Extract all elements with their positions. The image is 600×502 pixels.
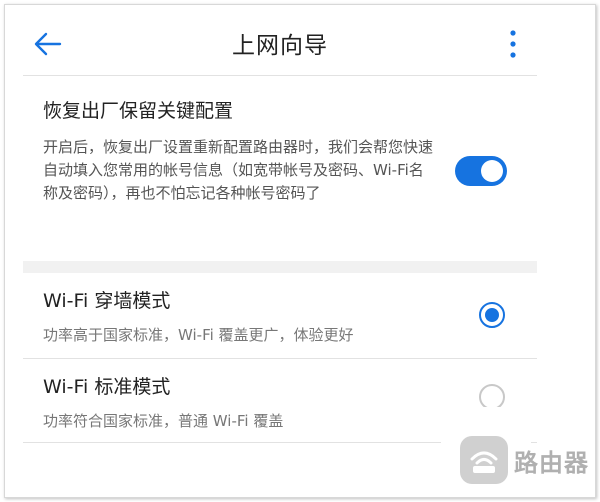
keep-config-description: 开启后，恢复出厂设置重新配置路由器时，我们会帮您快速自动填入您常用的帐号信息（如… <box>43 138 434 202</box>
watermark-text: 路由器 <box>514 448 589 477</box>
keep-config-section: 恢复出厂保留关键配置 开启后，恢复出厂设置重新配置路由器时，我们会帮您快速自动填… <box>23 76 537 261</box>
router-logo-icon <box>460 436 508 484</box>
keep-config-toggle[interactable] <box>455 156 507 186</box>
section-divider <box>23 261 537 273</box>
more-vertical-icon <box>510 30 516 58</box>
mode-title: Wi-Fi 穿墙模式 <box>43 290 171 312</box>
mode-description: 功率高于国家标准，Wi-Fi 覆盖更广，体验更好 <box>43 326 354 344</box>
screenshot-frame: 上网向导 恢复出厂保留关键配置 开启后，恢复出厂设置重新配置路由器时，我们会帮您… <box>4 4 596 498</box>
app-header: 上网向导 <box>23 13 537 76</box>
mode-title: Wi-Fi 标准模式 <box>43 376 171 398</box>
app-screen: 上网向导 恢复出厂保留关键配置 开启后，恢复出厂设置重新配置路由器时，我们会帮您… <box>23 13 537 493</box>
mode-description: 功率符合国家标准，普通 Wi-Fi 覆盖 <box>43 412 284 430</box>
radio-dot <box>485 308 499 322</box>
more-menu-button[interactable] <box>503 25 523 63</box>
toggle-knob <box>481 160 503 182</box>
page-title: 上网向导 <box>232 33 328 59</box>
keep-config-title: 恢复出厂保留关键配置 <box>43 100 234 122</box>
mode-option-wall-penetration[interactable]: Wi-Fi 穿墙模式 功率高于国家标准，Wi-Fi 覆盖更广，体验更好 <box>23 273 537 359</box>
watermark: 路由器 <box>460 435 590 485</box>
radio-selected[interactable] <box>479 302 505 328</box>
